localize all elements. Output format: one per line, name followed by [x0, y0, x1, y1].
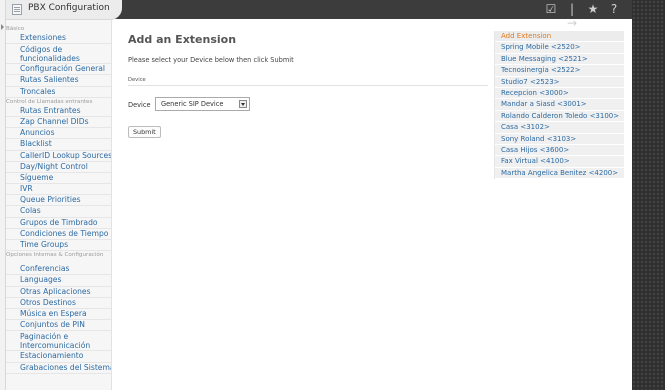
sidebar-item[interactable]: Condiciones de Tiempo: [6, 229, 111, 240]
extension-list-item[interactable]: Fax Virtual <4100>: [495, 156, 624, 168]
extension-list-item[interactable]: Sony Roland <3103>: [495, 133, 624, 145]
sidebar-item[interactable]: Música en Espera: [6, 309, 111, 321]
extension-list-item[interactable]: Recepcion <3000>: [495, 87, 624, 100]
extension-list-item[interactable]: Mandar a Siasd <3001>: [495, 99, 624, 111]
logout-icon[interactable]: |→: [566, 2, 578, 30]
sidebar-item[interactable]: IVR: [6, 184, 111, 196]
sidebar-section-header: Opciones Internas & Configuración: [6, 252, 104, 259]
background-pattern: [632, 0, 665, 390]
sidebar-item[interactable]: Time Groups: [6, 240, 111, 252]
top-icons: ☑ |→ ★ ?: [545, 2, 620, 30]
extensions-nav: Add Extension Spring Mobile <2520> Blue Me…: [494, 31, 624, 180]
extension-list-item[interactable]: Blue Messaging <2521>: [495, 53, 624, 66]
main-content: Add an Extension Please select your Devi…: [122, 20, 494, 390]
extension-list-item[interactable]: Spring Mobile <2520>: [495, 42, 624, 54]
device-select[interactable]: Generic SIP Device: [155, 97, 250, 111]
edit-icon[interactable]: ☑: [545, 2, 557, 30]
sidebar-item[interactable]: Grupos de Timbrado: [6, 218, 111, 229]
app-title: PBX Configuration: [28, 3, 110, 13]
sidebar-item[interactable]: CallerID Lookup Sources: [6, 151, 111, 162]
sidebar-item[interactable]: Zap Channel DIDs: [6, 117, 111, 129]
sidebar-item[interactable]: Conjuntos de PIN: [6, 320, 111, 332]
sidebar-item[interactable]: Otros Destinos: [6, 298, 111, 309]
sidebar-section-header: Control de Llamadas entrantes: [6, 98, 93, 105]
sidebar-item[interactable]: Grabaciones del Sistema: [6, 363, 111, 374]
app-title-tab: PBX Configuration: [6, 0, 122, 20]
add-extension-link[interactable]: Add Extension: [495, 31, 624, 43]
sidebar-item[interactable]: Anuncios: [6, 128, 111, 140]
device-select-value: Generic SIP Device: [161, 100, 224, 108]
sidebar-item[interactable]: Estacionamiento: [6, 351, 111, 363]
extension-list-item[interactable]: Martha Angelica Benitez <4200>: [495, 167, 624, 180]
device-section-header: Device: [128, 77, 488, 86]
sidebar-item[interactable]: Languages: [6, 275, 111, 287]
expand-arrow-icon[interactable]: [1, 24, 4, 30]
extension-list-item[interactable]: Tecnosinergia <2522>: [495, 65, 624, 77]
chevron-down-icon[interactable]: [239, 100, 247, 108]
sidebar-menu: Básico Extensiones Códigos de funcionalida…: [6, 20, 111, 374]
sidebar-item[interactable]: Otras Aplicaciones: [6, 287, 111, 298]
submit-button[interactable]: Submit: [128, 126, 161, 138]
extension-list-item[interactable]: Studio7 <2523>: [495, 76, 624, 88]
sidebar-item[interactable]: Extensiones: [6, 33, 111, 45]
sidebar-section-header: Básico: [6, 26, 25, 32]
sidebar-item[interactable]: Rutas Salientes: [6, 75, 111, 87]
extension-list-item[interactable]: Casa Hijos <3600>: [495, 144, 624, 157]
pbx-config-icon: [12, 4, 22, 15]
sidebar-item[interactable]: Rutas Entrantes: [6, 106, 111, 117]
sidebar-item[interactable]: Day/Night Control: [6, 162, 111, 173]
sidebar-item[interactable]: Queue Priorities: [6, 195, 111, 207]
star-icon[interactable]: ★: [587, 2, 599, 30]
extension-list-item[interactable]: Rolando Calderon Toledo <3100>: [495, 110, 624, 123]
sidebar-item[interactable]: Blacklist: [6, 139, 111, 151]
sidebar-item[interactable]: Colas: [6, 206, 111, 218]
sidebar-item[interactable]: Paginación e Intercomunicación: [6, 331, 111, 352]
sidebar-item[interactable]: Configuración General: [6, 64, 111, 76]
sidebar: Básico Extensiones Códigos de funcionalida…: [6, 20, 112, 390]
top-bar: ☑ |→ ★ ?: [112, 0, 632, 30]
page-title: Add an Extension: [128, 33, 237, 46]
sidebar-item[interactable]: Códigos de funcionalidades: [6, 44, 111, 65]
sidebar-item[interactable]: Troncales: [6, 87, 111, 98]
help-icon[interactable]: ?: [608, 2, 620, 30]
extension-list-item[interactable]: Casa <3102>: [495, 122, 624, 134]
sidebar-item[interactable]: Sígueme: [6, 173, 111, 185]
sidebar-item[interactable]: Conferencias: [6, 264, 111, 276]
device-label: Device: [128, 101, 151, 109]
instructions-text: Please select your Device below then cli…: [128, 56, 294, 64]
